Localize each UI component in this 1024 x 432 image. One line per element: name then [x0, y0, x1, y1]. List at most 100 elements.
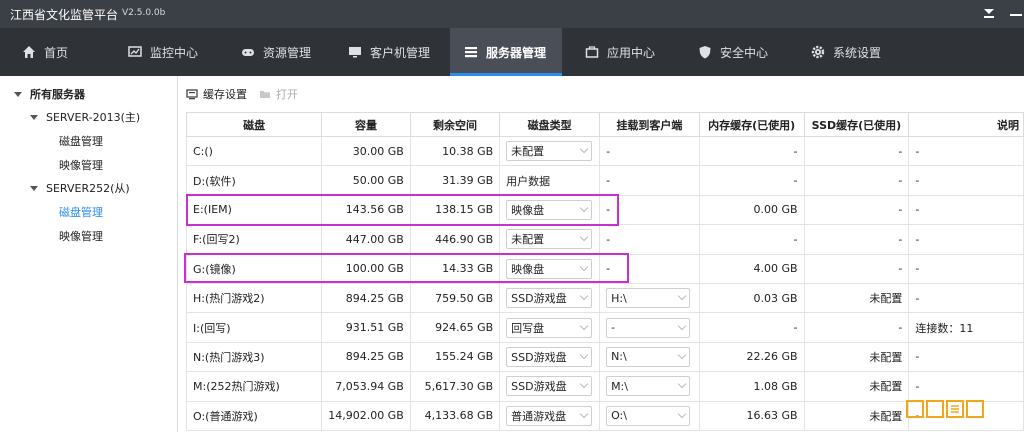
- memory-cache: 22.26 GB: [698, 341, 805, 373]
- memory-cache: -: [698, 135, 805, 167]
- tree-server-252-image-management[interactable]: 映像管理: [59, 225, 103, 247]
- mount-client-select[interactable]: N:\: [606, 346, 691, 367]
- ssd-cache: -: [803, 253, 910, 284]
- disk-note: -: [908, 135, 1024, 167]
- table-row[interactable]: D:(软件) 50.00 GB 31.39 GB 用户数据 - - - -: [185, 165, 1024, 196]
- nav-home[interactable]: 首页: [22, 28, 112, 76]
- mount-client-select[interactable]: O:\: [606, 405, 691, 426]
- disk-type-select[interactable]: 普通游戏盘: [506, 405, 593, 426]
- disk-type-select[interactable]: 未配置: [506, 229, 593, 250]
- disk-type-select[interactable]: SSD游戏盘: [506, 288, 593, 309]
- mount-client-select[interactable]: M:\: [606, 376, 691, 397]
- home-icon: [23, 46, 35, 58]
- disk-free-space: 924.65 GB: [409, 312, 501, 343]
- disk-free-space: 759.50 GB: [409, 282, 501, 314]
- monitor-chart-icon: [128, 46, 142, 57]
- cache-settings-icon: [186, 89, 198, 100]
- disk-type-select[interactable]: SSD游戏盘: [506, 346, 593, 367]
- disk-type-select[interactable]: 映像盘: [506, 199, 593, 220]
- chevron-down-icon: [677, 380, 687, 389]
- server-tree-sidebar: 所有服务器 SERVER-2013(主) 磁盘管理 映像管理 SERVER252…: [0, 76, 178, 432]
- mount-client-value: H:\: [611, 291, 627, 305]
- column-header-capacity[interactable]: 容量: [321, 112, 411, 137]
- mount-client-value: N:\: [611, 350, 627, 364]
- chevron-down-icon: [579, 321, 589, 330]
- server-icon: [465, 47, 477, 58]
- table-row[interactable]: E:(IEM) 143.56 GB 138.15 GB 映像盘 -0.00 GB - -: [185, 194, 1024, 226]
- table-row[interactable]: F:(回写2) 447.00 GB 446.90 GB 未配置 - - - -: [185, 224, 1024, 255]
- tree-all-servers[interactable]: 所有服务器: [14, 83, 85, 105]
- disk-type-value: 映像盘: [511, 262, 545, 276]
- column-header-free-space[interactable]: 剩余空间: [409, 112, 501, 137]
- disk-toolbar: 缓存设置 打开: [186, 84, 310, 104]
- chevron-down-icon: [579, 380, 589, 389]
- disk-type-select[interactable]: 未配置: [506, 141, 593, 162]
- column-header-memory-cache[interactable]: 内存缓存(已使用): [698, 112, 805, 137]
- nav-monitor-center[interactable]: 监控中心: [128, 28, 228, 76]
- table-row[interactable]: I:(回写) 931.51 GB 924.65 GB 回写盘 - - - 连接数：11: [185, 312, 1024, 343]
- chevron-down-icon: [677, 409, 687, 418]
- disk-type-value: 回写盘: [511, 321, 545, 335]
- disk-capacity: 143.56 GB: [321, 194, 411, 226]
- mount-client-select[interactable]: H:\: [606, 288, 691, 309]
- disk-note: -: [908, 194, 1024, 226]
- nav-client-management[interactable]: 客户机管理: [348, 28, 448, 76]
- tree-server-2013-image-management[interactable]: 映像管理: [59, 154, 103, 176]
- disk-capacity: 50.00 GB: [321, 165, 411, 196]
- disk-note: -: [908, 165, 1024, 196]
- tree-server-252-disk-management[interactable]: 磁盘管理: [59, 201, 103, 223]
- table-row[interactable]: H:(热门游戏2) 894.25 GB 759.50 GB SSD游戏盘 H:\ 0.03…: [185, 282, 1024, 314]
- column-header-note[interactable]: 说明: [908, 112, 1024, 137]
- table-row[interactable]: G:(镜像) 100.00 GB 14.33 GB 映像盘 -4.00 GB - -: [185, 253, 1024, 284]
- tree-server-2013-disk-management[interactable]: 磁盘管理: [59, 130, 103, 152]
- window-menu-button[interactable]: [970, 0, 1000, 28]
- table-row[interactable]: N:(热门游戏3) 894.25 GB 155.24 GB SSD游戏盘 N:\ 22.2…: [185, 341, 1024, 373]
- disk-type-cell: 映像盘: [499, 194, 601, 226]
- disk-note: -: [908, 253, 1024, 284]
- disk-capacity: 30.00 GB: [321, 135, 411, 167]
- tree-server-2013[interactable]: SERVER-2013(主): [30, 106, 140, 128]
- disk-note: -: [908, 371, 1024, 402]
- disk-type-select[interactable]: 映像盘: [506, 258, 593, 279]
- caret-down-icon: [14, 91, 22, 97]
- gamepad-icon: [242, 49, 254, 56]
- memory-cache: 1.08 GB: [698, 371, 805, 402]
- column-header-disk[interactable]: 磁盘: [185, 112, 323, 137]
- disk-name: H:(热门游戏2): [185, 282, 323, 314]
- disk-type-value: 未配置: [511, 145, 545, 159]
- column-header-mount[interactable]: 挂载到客户端: [599, 112, 700, 137]
- disk-capacity: 100.00 GB: [321, 253, 411, 284]
- nav-security-center[interactable]: 安全中心: [698, 28, 798, 76]
- nav-system-settings[interactable]: 系统设置: [811, 28, 911, 76]
- disk-capacity: 7,053.94 GB: [321, 371, 411, 402]
- table-row[interactable]: O:(普通游戏) 14,902.00 GB 4,133.68 GB 普通游戏盘 O:\ 1…: [185, 400, 1024, 431]
- table-row[interactable]: C:() 30.00 GB 10.38 GB 未配置 - - - -: [185, 135, 1024, 167]
- mount-client-cell: M:\: [599, 371, 700, 402]
- mount-client-select[interactable]: -: [606, 317, 691, 338]
- folder-open-icon: [260, 91, 270, 98]
- disk-free-space: 5,617.30 GB: [409, 371, 501, 402]
- nav-app-center[interactable]: 应用中心: [585, 28, 685, 76]
- disk-name: D:(软件): [185, 165, 323, 196]
- table-row[interactable]: M:(252热门游戏) 7,053.94 GB 5,617.30 GB SSD游戏盘 M…: [185, 371, 1024, 402]
- nav-resource-management[interactable]: 资源管理: [241, 28, 341, 76]
- chevron-down-icon: [579, 350, 589, 360]
- chevron-down-icon: [579, 203, 589, 213]
- disk-free-space: 446.90 GB: [409, 224, 501, 255]
- cache-settings-button[interactable]: 缓存设置: [186, 86, 247, 102]
- watermark-logo: [906, 400, 984, 418]
- chevron-down-icon: [579, 291, 589, 301]
- nav-server-management[interactable]: 服务器管理: [450, 28, 562, 76]
- column-header-ssd-cache[interactable]: SSD缓存(已使用): [803, 112, 910, 137]
- disk-type-select[interactable]: SSD游戏盘: [506, 376, 593, 397]
- disk-capacity: 447.00 GB: [321, 224, 411, 255]
- minimize-button[interactable]: [1008, 0, 1024, 28]
- disk-name: E:(IEM): [185, 194, 323, 226]
- disk-type-value: 未配置: [511, 233, 545, 247]
- column-header-disk-type[interactable]: 磁盘类型: [499, 112, 601, 137]
- disk-free-space: 10.38 GB: [409, 135, 501, 167]
- tree-server-252[interactable]: SERVER252(从): [30, 177, 130, 199]
- open-button[interactable]: 打开: [259, 86, 298, 102]
- chevron-down-icon: [579, 262, 589, 271]
- disk-type-select[interactable]: 回写盘: [506, 317, 593, 338]
